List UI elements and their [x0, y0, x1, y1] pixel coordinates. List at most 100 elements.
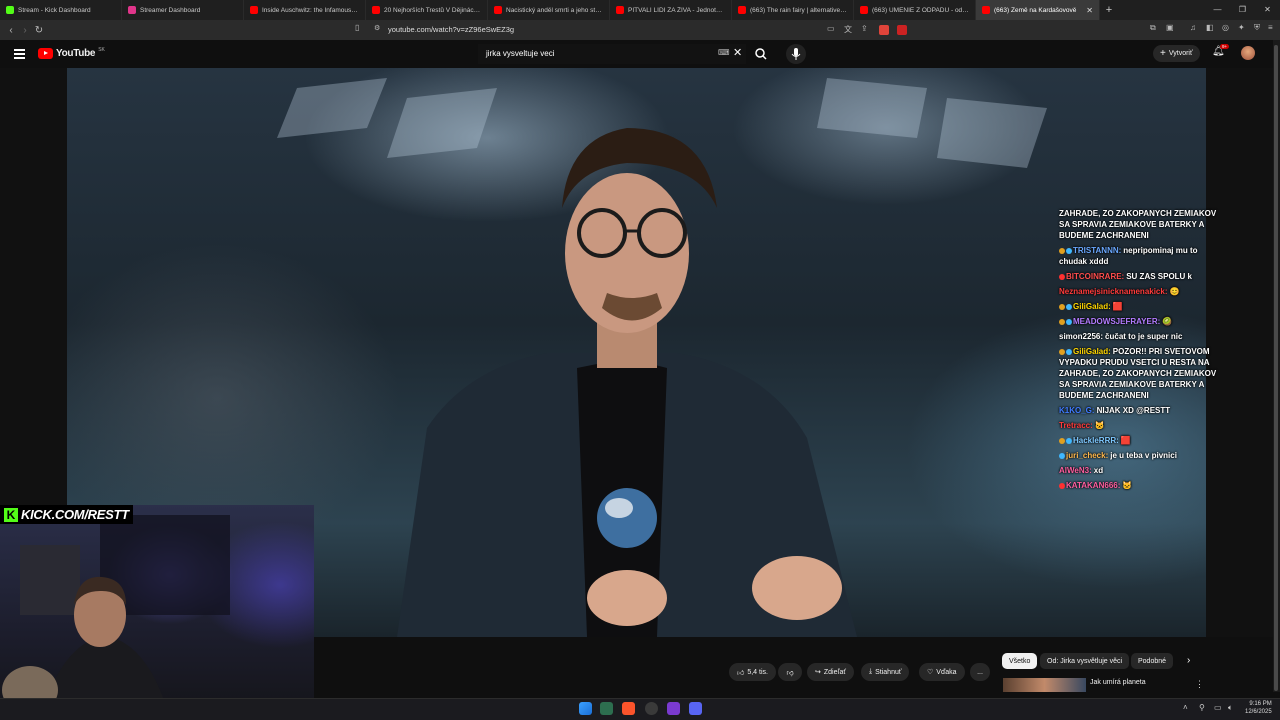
discord-icon[interactable] [689, 702, 702, 715]
window-controls: — ❐ ✕ [1205, 0, 1280, 20]
chip-related[interactable]: Podobné [1131, 653, 1174, 669]
microphone-icon [791, 48, 801, 60]
chat-username: GiliGalad: [1073, 302, 1111, 311]
browser-tab[interactable]: 20 Nejhorších Trestů V Dějinách Lidst [366, 0, 488, 20]
recommended-menu-icon[interactable]: ⋮ [1195, 679, 1204, 690]
chip-label: Podobné [1138, 657, 1167, 665]
address-bar: ‹ › ↻ [0, 20, 1280, 40]
tab-favicon-icon [128, 6, 136, 14]
browser-tab[interactable]: Nacistický anděl smrti a jeho strašlivé [488, 0, 610, 20]
share-page-icon[interactable]: ⇪ [861, 24, 868, 33]
account-avatar[interactable] [1241, 46, 1255, 60]
youtube-logo[interactable]: YouTube SK [38, 46, 105, 59]
new-tab-icon[interactable]: + [1100, 4, 1118, 16]
chip-from-channel[interactable]: Od: Jirka vysvětluje věci [1040, 653, 1130, 669]
chat-message-text: ZAHRADE, ZO ZAKOPANYCH ZEMIAKOV SA SPRAV… [1059, 209, 1217, 240]
more-actions-icon: ... [977, 668, 983, 676]
tab-label: Nacistický anděl smrti a jeho strašlivé [506, 6, 603, 14]
start-icon[interactable] [579, 702, 592, 715]
voice-search-button[interactable] [786, 44, 806, 64]
kick-logo-icon: K [4, 507, 18, 522]
forward-icon[interactable]: › [18, 25, 32, 36]
kick-url-banner: K KICK.COM/RESTT [0, 505, 133, 524]
minimize-button[interactable]: — [1205, 0, 1230, 20]
clear-search-icon[interactable]: ✕ [733, 46, 742, 59]
chat-badge-icon [1059, 452, 1065, 459]
chip-all[interactable]: Všetko [1002, 653, 1038, 669]
system-clock[interactable]: 9:16 PM 12/6/2025 [1245, 700, 1272, 716]
browser-tab[interactable]: (663) UMENIE Z ODPADU - od opustn [854, 0, 976, 20]
thumbs-down-icon: 👎︎ [786, 669, 794, 677]
wallet-icon[interactable]: ▣ [1166, 23, 1174, 32]
tab-favicon-icon [372, 6, 380, 14]
brave-browser-icon[interactable] [622, 702, 635, 715]
vpn-icon[interactable]: ⛨ [1254, 23, 1260, 33]
share-label: Zdieľať [823, 668, 847, 676]
chat-badge-icon [1059, 273, 1065, 280]
recommended-title[interactable]: Jak umírá planeta [1090, 679, 1146, 686]
cast-icon[interactable]: ▭ [827, 24, 835, 33]
like-button[interactable]: 👍︎ 5,4 tis. [729, 663, 776, 681]
tray-chevron-icon[interactable]: ˄ [1183, 703, 1188, 712]
scrollbar-thumb[interactable] [1274, 45, 1278, 691]
bookmark-icon[interactable]: ▯ [355, 23, 359, 32]
browser-tab[interactable]: (663) The rain fairy | alternative playl… [732, 0, 854, 20]
extensions-icon[interactable]: ⧉ [1150, 23, 1156, 33]
tray-location-icon[interactable]: ⚲ [1199, 703, 1205, 712]
back-icon[interactable]: ‹ [4, 25, 18, 36]
maximize-button[interactable]: ❐ [1230, 0, 1255, 20]
leo-icon[interactable]: ✦ [1238, 23, 1245, 32]
chat-message-text: je u teba v pivnici [1110, 451, 1177, 460]
guide-menu-icon[interactable] [14, 49, 25, 59]
browser-tab[interactable]: PITVALI LIDI ZA ŽIVA - Jednotka 731 [610, 0, 732, 20]
media-icon[interactable]: ♫ [1190, 23, 1196, 32]
browser-tab[interactable]: Streamer Dashboard [122, 0, 244, 20]
download-label: Stiahnuť [875, 668, 902, 676]
reload-icon[interactable]: ↻ [32, 25, 46, 36]
clock-date: 12/6/2025 [1245, 709, 1272, 715]
site-info-icon[interactable]: ⚙ [374, 24, 380, 32]
search-query-text: jirka vysveltuje veci [486, 49, 555, 58]
twitch-icon[interactable] [667, 702, 680, 715]
brave-shield-icon[interactable] [879, 25, 889, 35]
more-actions-button[interactable]: ... [970, 663, 990, 681]
chat-message-text: 🟥 [1120, 436, 1131, 445]
excel-icon[interactable] [600, 702, 613, 715]
download-button[interactable]: ⤓ Stiahnuť [861, 663, 910, 681]
chat-message: juri_check: je u teba v pivnici [1059, 450, 1224, 461]
close-window-button[interactable]: ✕ [1255, 0, 1280, 20]
chip-label: Všetko [1009, 657, 1031, 665]
chat-message: TRISTANNN: nepripominaj mu to chudak xddd [1059, 245, 1224, 267]
chat-badge-icon [1059, 247, 1065, 254]
rewards-icon[interactable] [897, 25, 907, 35]
browser-tab[interactable]: (663) Země na Kardašovově ✕ [976, 0, 1100, 20]
keyboard-icon[interactable]: ⌨ [718, 48, 730, 57]
close-tab-icon[interactable]: ✕ [1086, 6, 1093, 15]
menu-icon[interactable]: ≡ [1268, 23, 1273, 32]
country-code: SK [98, 46, 105, 53]
create-button[interactable]: + Vytvoriť [1153, 45, 1200, 62]
thanks-button[interactable]: ♡ Vďaka [919, 663, 965, 681]
chat-username: Tretracc: [1059, 421, 1093, 430]
browser-tab[interactable]: Stream - Kick Dashboard [0, 0, 122, 20]
sidebar-icon[interactable]: ◧ [1206, 23, 1214, 32]
chat-username: AlWeN3: [1059, 466, 1092, 475]
youtube-play-icon [38, 48, 53, 59]
profile-icon[interactable]: ◎ [1222, 23, 1229, 32]
volume-icon[interactable]: 🔈︎ [1228, 703, 1233, 713]
chat-username: TRISTANNN: [1073, 246, 1122, 255]
recommended-thumbnail[interactable] [1003, 678, 1086, 692]
search-button[interactable] [748, 44, 774, 64]
network-icon[interactable]: ▭ [1214, 703, 1222, 712]
browser-tab-strip: Stream - Kick Dashboard Streamer Dashboar… [0, 0, 1280, 20]
share-button[interactable]: ↪ Zdieľať [807, 663, 855, 681]
chips-next-icon[interactable]: › [1187, 655, 1190, 666]
tab-label: (663) Země na Kardašovově [994, 6, 1077, 14]
url-field[interactable]: youtube.com/watch?v=zZ96eSwEZ3g [388, 25, 514, 34]
browser-tab[interactable]: Inside Auschwitz: the Infamous Conc [244, 0, 366, 20]
chat-message: ZAHRADE, ZO ZAKOPANYCH ZEMIAKOV SA SPRAV… [1059, 208, 1224, 241]
chat-username: BITCOINRARE: [1066, 272, 1125, 281]
translate-icon[interactable]: 文 [844, 24, 852, 35]
dislike-button[interactable]: 👎︎ [778, 663, 802, 681]
obs-icon[interactable] [645, 702, 658, 715]
